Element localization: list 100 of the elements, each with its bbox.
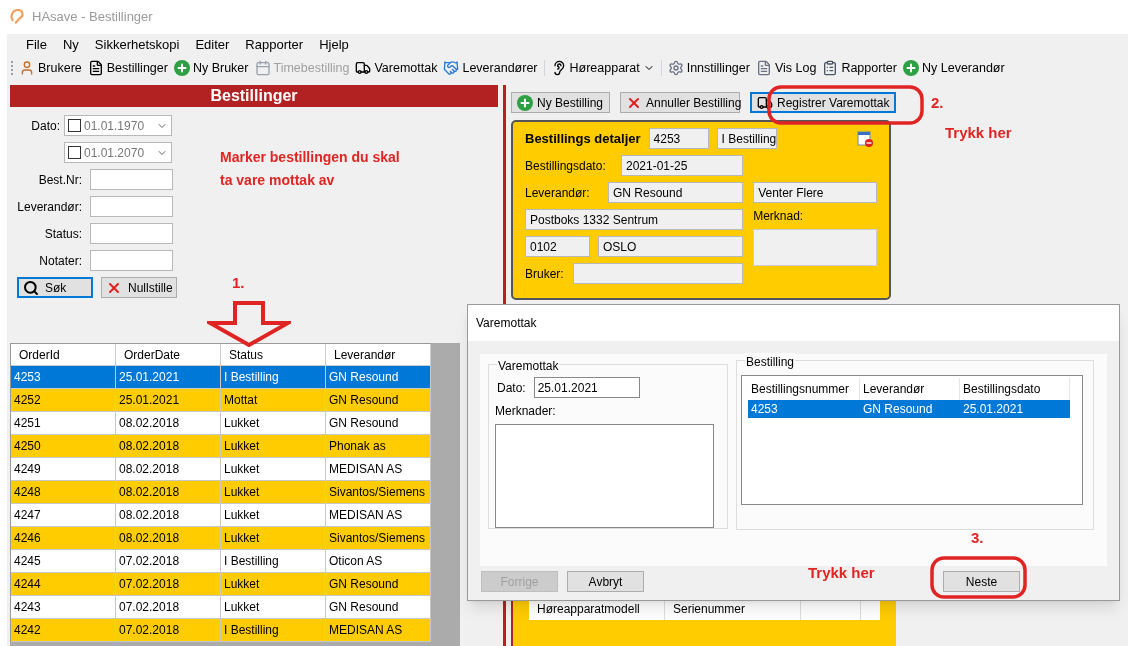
date-field[interactable]: 25.01.2021 <box>533 377 640 398</box>
action-button[interactable]: Registrer Varemottak <box>750 92 896 113</box>
delivery-field[interactable]: Venter Flere <box>753 182 877 203</box>
list-row[interactable]: 4253 GN Resound 25.01.2021 <box>748 400 1070 418</box>
table-row[interactable]: 4249 08.02.2018 Lukket MEDISAN AS <box>11 458 431 481</box>
table-row[interactable]: 4246 08.02.2018 Lukket Sivantos/Siemens <box>11 527 431 550</box>
address-field[interactable]: Postboks 1332 Sentrum <box>525 209 744 230</box>
log-icon <box>755 60 772 76</box>
ear-logo-icon <box>10 9 24 25</box>
table-row[interactable]: 4251 08.02.2018 Lukket GN Resound <box>11 412 431 435</box>
truck-icon <box>757 94 773 111</box>
document-icon <box>87 60 104 76</box>
table-row[interactable]: 4245 07.02.2018 I Bestilling Oticon AS <box>11 550 431 573</box>
table-cell: MEDISAN AS <box>326 619 431 642</box>
dialog-button[interactable]: Neste <box>943 571 1020 592</box>
details-title: Bestillings detaljer <box>525 129 641 148</box>
toolbar-button[interactable]: Leverandører <box>443 58 538 78</box>
panel-header: Bestillinger <box>10 85 498 107</box>
table-row[interactable]: 4247 08.02.2018 Lukket MEDISAN AS <box>11 504 431 527</box>
table-row[interactable]: 4248 08.02.2018 Lukket Sivantos/Siemens <box>11 481 431 504</box>
note-field[interactable] <box>753 229 877 266</box>
clipboard-icon <box>822 60 839 76</box>
menu-item[interactable]: Sikkerhetskopi <box>87 35 187 55</box>
field-label: Dato: <box>30 117 60 135</box>
table-row[interactable]: 4252 25.01.2021 Mottat GN Resound <box>11 389 431 412</box>
toolbar-button[interactable]: Bestillinger <box>87 58 168 78</box>
table-cell: 4242 <box>11 619 116 642</box>
toolbar-button[interactable]: Ny Leverandør <box>903 58 1005 78</box>
list-cell-text: 25.01.2021 <box>962 401 1025 418</box>
toolbar-button[interactable]: Ny Bruker <box>173 58 249 78</box>
table-row[interactable]: 4244 07.02.2018 Lukket GN Resound <box>11 573 431 596</box>
field-label: Merknader: <box>495 403 557 420</box>
field-label: Best.Nr: <box>37 171 82 189</box>
field-label: Bestillingsdato: <box>525 157 607 175</box>
field-label: Leverandør: <box>16 198 82 216</box>
list-cell-text: GN Resound <box>862 401 934 418</box>
date-picker[interactable]: 01.01.1970 <box>64 115 172 136</box>
field-label: Notater: <box>38 252 82 270</box>
city-field[interactable]: OSLO <box>598 236 744 257</box>
step-number: 2. <box>931 93 944 113</box>
table-row[interactable]: 4250 08.02.2018 Lukket Phonak as <box>11 435 431 458</box>
plus-icon <box>517 94 533 111</box>
menu-item[interactable]: Ny <box>55 35 86 55</box>
zip-field[interactable]: 0102 <box>525 236 590 257</box>
plus-icon <box>173 60 190 76</box>
table-cell: I Bestilling <box>221 619 326 642</box>
step-number: 3. <box>971 528 984 548</box>
dialog-button[interactable]: Avbryt <box>567 571 644 592</box>
window-title: HAsave - Bestillinger <box>32 8 153 27</box>
date-value: 01.01.2070 <box>84 144 146 162</box>
field-label: Merknad: <box>753 208 805 225</box>
menu-item[interactable]: File <box>19 35 54 55</box>
plus-icon <box>903 60 919 76</box>
toolbar-button[interactable]: Høreapparat <box>550 58 655 78</box>
action-button[interactable]: Annuller Bestilling <box>620 92 740 113</box>
table-row[interactable]: 4243 07.02.2018 Lukket GN Resound <box>11 596 431 619</box>
list-cell-text: 4253 <box>750 401 779 418</box>
status-field[interactable]: I Bestilling <box>716 128 777 149</box>
toolbar-button[interactable]: Brukere <box>19 58 82 78</box>
toolbar-button[interactable]: Rapporter <box>822 58 897 78</box>
user-field[interactable] <box>573 263 744 284</box>
calendar-remove-icon[interactable] <box>857 130 873 147</box>
field-label: Bruker: <box>525 265 565 283</box>
date-field[interactable]: 2021-01-25 <box>621 155 744 176</box>
hint-text: Trykk her <box>808 563 875 583</box>
table-row[interactable]: 4253 25.01.2021 I Bestilling GN Resound <box>11 366 431 389</box>
person-icon <box>19 60 35 76</box>
group-label: Bestilling <box>745 353 796 371</box>
search-icon <box>23 279 39 296</box>
date-picker[interactable]: 01.01.2070 <box>64 142 172 163</box>
date-value: 01.01.1970 <box>84 117 146 135</box>
search-button[interactable]: Søk <box>17 277 93 298</box>
instruction-note: Marker bestillingen du skal ta vare mottak av <box>220 148 401 190</box>
notes-field[interactable] <box>495 424 714 528</box>
menu-item[interactable]: Rapporter <box>238 35 311 55</box>
calendar-icon <box>254 60 271 76</box>
handshake-icon <box>443 60 460 76</box>
table-row[interactable]: 4242 07.02.2018 I Bestilling MEDISAN AS <box>11 619 431 642</box>
menu-item[interactable]: Editer <box>188 35 237 55</box>
reset-button[interactable]: Nullstille <box>101 277 177 298</box>
field-label: Leverandør: <box>525 184 591 202</box>
field-label: Status: <box>43 225 82 243</box>
text-field[interactable] <box>90 196 173 217</box>
checkbox[interactable] <box>68 146 81 159</box>
checkbox[interactable] <box>68 119 81 132</box>
table-cell: 07.02.2018 <box>116 619 221 642</box>
menu-item[interactable]: Hjelp <box>312 35 356 55</box>
toolbar-button[interactable]: Varemottak <box>355 58 438 78</box>
field-label: Dato: <box>497 379 526 397</box>
supplier-field[interactable]: GN Resound <box>608 182 744 203</box>
hint-text: Trykk her <box>945 123 1012 143</box>
truck-icon <box>355 60 372 76</box>
text-field[interactable] <box>90 169 173 190</box>
toolbar-button[interactable]: Vis Log <box>755 58 817 78</box>
settings-icon <box>667 60 684 76</box>
order-number-field[interactable]: 4253 <box>648 128 709 149</box>
text-field[interactable] <box>90 250 173 271</box>
action-button[interactable]: Ny Bestilling <box>511 92 610 113</box>
text-field[interactable] <box>90 223 173 244</box>
toolbar-button[interactable]: Innstillinger <box>667 58 750 78</box>
